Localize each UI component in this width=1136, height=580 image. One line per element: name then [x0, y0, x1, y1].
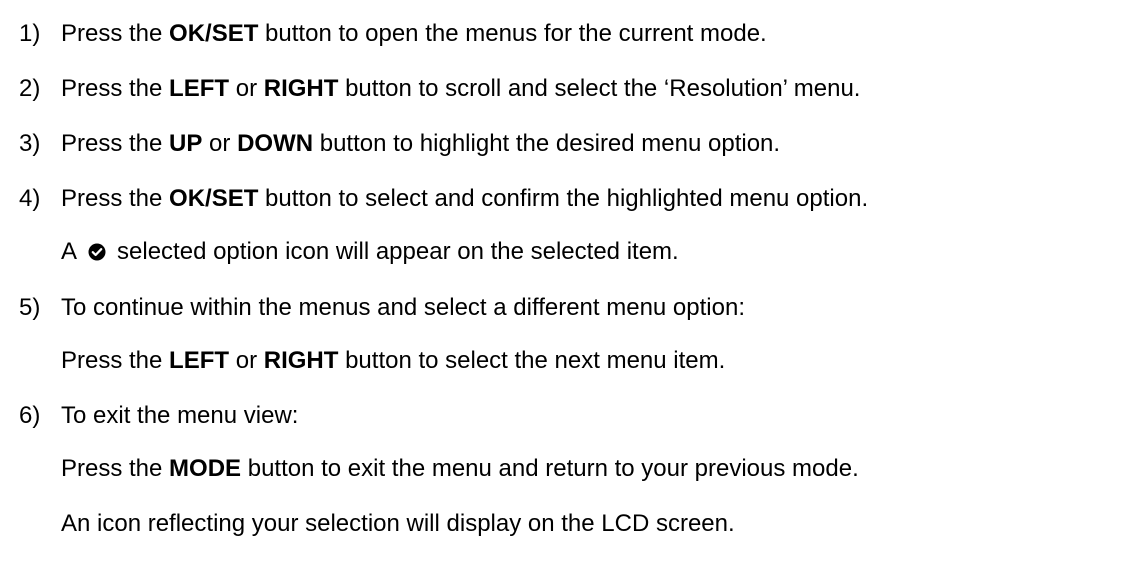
button-name: OK/SET: [169, 185, 259, 212]
button-name: DOWN: [237, 130, 314, 157]
step-number: 1): [19, 20, 41, 47]
step-text: Press the: [61, 130, 170, 157]
step-text: or: [229, 347, 264, 374]
step-2: 2) Press the LEFT or RIGHT button to scro…: [19, 72, 860, 106]
button-name: RIGHT: [263, 347, 339, 374]
step-4-note: A selected option icon will appear on th…: [61, 235, 679, 269]
check-circle-icon: [88, 243, 106, 261]
step-6: 6) To exit the menu view:: [19, 399, 298, 433]
step-4: 4) Press the OK/SET button to select and …: [19, 182, 868, 216]
step-number: 3): [19, 130, 41, 157]
button-name: LEFT: [169, 75, 230, 102]
step-text: Press the: [61, 20, 170, 47]
note-text: A: [61, 238, 83, 265]
step-text: Press the: [61, 185, 170, 212]
step-text: button to select and confirm the highlig…: [258, 185, 869, 212]
step-text: Press the: [61, 75, 170, 102]
step-text: button to scroll and select the ‘Resolut…: [338, 75, 861, 102]
step-text: Press the: [61, 347, 170, 374]
step-text: button to open the menus for the current…: [258, 20, 767, 47]
step-number: 6): [19, 402, 41, 429]
step-number: 5): [19, 294, 41, 321]
step-1: 1) Press the OK/SET button to open the me…: [19, 17, 767, 51]
step-6-sub2: An icon reflecting your selection will d…: [61, 507, 735, 541]
button-name: OK/SET: [169, 20, 259, 47]
button-name: UP: [169, 130, 203, 157]
step-text: To exit the menu view:: [61, 402, 299, 429]
button-name: MODE: [169, 455, 242, 482]
step-text: button to select the next menu item.: [338, 347, 726, 374]
step-3: 3) Press the UP or DOWN button to highlig…: [19, 127, 780, 161]
step-text: button to highlight the desired menu opt…: [313, 130, 781, 157]
button-name: LEFT: [169, 347, 230, 374]
button-name: RIGHT: [263, 75, 339, 102]
step-text: An icon reflecting your selection will d…: [61, 510, 735, 537]
step-text: Press the: [61, 455, 170, 482]
step-text: button to exit the menu and return to yo…: [241, 455, 859, 482]
step-text: To continue within the menus and select …: [61, 294, 745, 321]
step-text: or: [229, 75, 264, 102]
step-number: 4): [19, 185, 41, 212]
note-text: selected option icon will appear on the …: [110, 238, 679, 265]
step-number: 2): [19, 75, 41, 102]
step-5-sub: Press the LEFT or RIGHT button to select…: [61, 344, 725, 378]
step-text: or: [202, 130, 238, 157]
instruction-document: 1) Press the OK/SET button to open the me…: [0, 0, 1136, 580]
step-5: 5) To continue within the menus and selec…: [19, 291, 745, 325]
step-6-sub: Press the MODE button to exit the menu a…: [61, 452, 859, 486]
